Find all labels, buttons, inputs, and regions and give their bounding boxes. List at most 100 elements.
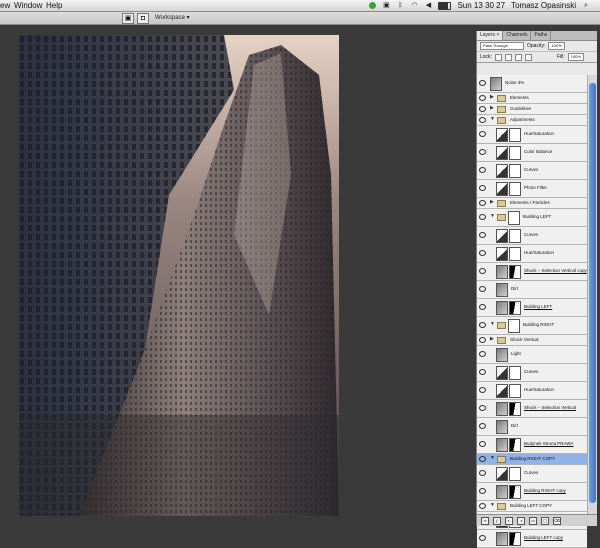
visibility-eye-icon[interactable] bbox=[479, 488, 486, 494]
layer-thumbnail[interactable] bbox=[496, 402, 508, 416]
blend-mode-select[interactable]: Pass Through bbox=[480, 42, 524, 50]
layer-thumbnail[interactable] bbox=[496, 348, 508, 362]
new-group-icon[interactable]: ▭ bbox=[529, 516, 537, 525]
layer-style-icon[interactable]: ƒ bbox=[493, 516, 501, 525]
layer-thumbnail[interactable] bbox=[496, 301, 508, 315]
layer-mask-thumbnail[interactable] bbox=[509, 247, 521, 261]
adjustment-layer-icon[interactable]: ◑ bbox=[517, 516, 525, 525]
layer-row[interactable]: Dirt bbox=[477, 281, 587, 299]
layer-mask-thumbnail[interactable] bbox=[509, 402, 521, 416]
visibility-eye-icon[interactable] bbox=[479, 337, 486, 343]
visibility-eye-icon[interactable] bbox=[479, 95, 486, 101]
layer-mask-thumbnail[interactable] bbox=[509, 467, 521, 481]
visibility-eye-icon[interactable] bbox=[479, 250, 486, 256]
group-toggle-icon[interactable]: ▼ bbox=[490, 322, 495, 327]
layer-row[interactable]: ▶ Elements / Particles bbox=[477, 198, 587, 209]
layer-mask-thumbnail[interactable] bbox=[509, 164, 521, 178]
layer-row[interactable]: Building LEFT bbox=[477, 299, 587, 317]
layer-row[interactable]: Hue/Saturation bbox=[477, 245, 587, 263]
dropbox-icon[interactable]: ▣ bbox=[382, 2, 390, 9]
screen-mode-icon[interactable]: ▣ bbox=[122, 13, 134, 24]
new-layer-icon[interactable]: ▢ bbox=[541, 516, 549, 525]
layer-row[interactable]: ▼ Building RIGHT COPY bbox=[477, 454, 587, 465]
layer-mask-thumbnail[interactable] bbox=[509, 384, 521, 398]
layer-mask-thumbnail[interactable] bbox=[509, 301, 521, 315]
layer-row[interactable]: Color Balance bbox=[477, 144, 587, 162]
layer-mask-thumbnail[interactable] bbox=[509, 229, 521, 243]
menu-window[interactable]: Window bbox=[14, 0, 42, 11]
add-mask-icon[interactable]: ◐ bbox=[505, 516, 513, 525]
lock-pixels-icon[interactable] bbox=[504, 53, 512, 61]
group-mask-thumbnail[interactable] bbox=[508, 211, 520, 225]
group-toggle-icon[interactable]: ▶ bbox=[490, 200, 494, 205]
layer-row[interactable]: Hue/Saturation bbox=[477, 382, 587, 400]
layer-row[interactable]: Building LEFT copy bbox=[477, 530, 587, 548]
layer-mask-thumbnail[interactable] bbox=[509, 182, 521, 196]
bluetooth-icon[interactable]: ᛒ bbox=[396, 2, 404, 9]
group-mask-thumbnail[interactable] bbox=[508, 319, 520, 333]
visibility-eye-icon[interactable] bbox=[479, 232, 486, 238]
tab-layers[interactable]: Layers × bbox=[477, 31, 504, 40]
visibility-eye-icon[interactable] bbox=[479, 405, 486, 411]
layer-mask-thumbnail[interactable] bbox=[509, 265, 521, 279]
visibility-eye-icon[interactable] bbox=[479, 387, 486, 393]
lock-all-icon[interactable] bbox=[524, 53, 532, 61]
visibility-eye-icon[interactable] bbox=[479, 322, 486, 328]
adjustment-icon[interactable] bbox=[496, 247, 508, 261]
layer-row[interactable]: ▶ Guidelines bbox=[477, 104, 587, 115]
adjustment-icon[interactable] bbox=[496, 229, 508, 243]
layer-thumbnail[interactable] bbox=[496, 438, 508, 452]
visibility-eye-icon[interactable] bbox=[479, 167, 486, 173]
visibility-eye-icon[interactable] bbox=[479, 200, 486, 206]
visibility-eye-icon[interactable] bbox=[479, 80, 486, 86]
layer-row[interactable]: ▶ Elements bbox=[477, 93, 587, 104]
layer-mask-thumbnail[interactable] bbox=[509, 485, 521, 499]
visibility-eye-icon[interactable] bbox=[479, 117, 486, 123]
visibility-eye-icon[interactable] bbox=[479, 185, 486, 191]
menu-help[interactable]: Help bbox=[46, 0, 62, 11]
menu-view[interactable]: ew bbox=[0, 0, 10, 11]
group-toggle-icon[interactable]: ▶ bbox=[490, 337, 494, 342]
scrollbar-thumb[interactable] bbox=[589, 83, 596, 503]
visibility-eye-icon[interactable] bbox=[479, 149, 486, 155]
visibility-eye-icon[interactable] bbox=[479, 535, 486, 541]
adjustment-icon[interactable] bbox=[496, 128, 508, 142]
layer-mask-thumbnail[interactable] bbox=[509, 146, 521, 160]
opacity-input[interactable]: 100% bbox=[548, 42, 565, 50]
document-canvas[interactable] bbox=[19, 35, 339, 516]
visibility-eye-icon[interactable] bbox=[479, 441, 486, 447]
visibility-eye-icon[interactable] bbox=[479, 456, 486, 462]
lock-transparency-icon[interactable] bbox=[494, 53, 502, 61]
group-toggle-icon[interactable]: ▶ bbox=[490, 95, 494, 100]
layer-row[interactable]: ▼ Building LEFT COPY bbox=[477, 501, 587, 512]
workspace-menu[interactable]: Workspace ▾ bbox=[155, 13, 190, 23]
layer-row[interactable]: ▼ Building RIGHT bbox=[477, 317, 587, 335]
camera-icon[interactable]: ◘ bbox=[137, 13, 149, 24]
visibility-eye-icon[interactable] bbox=[479, 503, 486, 509]
adjustment-icon[interactable] bbox=[496, 164, 508, 178]
layer-row[interactable]: Photo Filter bbox=[477, 180, 587, 198]
visibility-eye-icon[interactable] bbox=[479, 470, 486, 476]
group-toggle-icon[interactable]: ▼ bbox=[490, 503, 495, 508]
layer-mask-thumbnail[interactable] bbox=[509, 438, 521, 452]
spotlight-icon[interactable]: ⌕ bbox=[582, 2, 590, 9]
adjustment-icon[interactable] bbox=[496, 366, 508, 380]
clock[interactable]: Sun 13 30 27 bbox=[457, 0, 505, 11]
visibility-eye-icon[interactable] bbox=[479, 304, 486, 310]
layer-list-scrollbar[interactable] bbox=[587, 75, 597, 514]
tab-paths[interactable]: Paths bbox=[531, 31, 552, 40]
group-toggle-icon[interactable]: ▶ bbox=[490, 106, 494, 111]
volume-icon[interactable]: ◀ bbox=[424, 2, 432, 9]
delete-layer-icon[interactable]: ⌫ bbox=[553, 516, 561, 525]
layer-thumbnail[interactable] bbox=[496, 283, 508, 297]
layer-mask-thumbnail[interactable] bbox=[509, 532, 521, 546]
layer-row[interactable]: Curves bbox=[477, 162, 587, 180]
layer-row[interactable]: Budynek Strona PRAWA bbox=[477, 436, 587, 454]
layer-row[interactable]: ▶ Shock Vertical bbox=[477, 335, 587, 346]
group-toggle-icon[interactable]: ▼ bbox=[490, 214, 495, 219]
wifi-icon[interactable]: ◠ bbox=[410, 2, 418, 9]
visibility-eye-icon[interactable] bbox=[479, 369, 486, 375]
lock-position-icon[interactable] bbox=[514, 53, 522, 61]
layer-thumbnail[interactable] bbox=[496, 420, 508, 434]
layer-row[interactable]: Curves bbox=[477, 227, 587, 245]
